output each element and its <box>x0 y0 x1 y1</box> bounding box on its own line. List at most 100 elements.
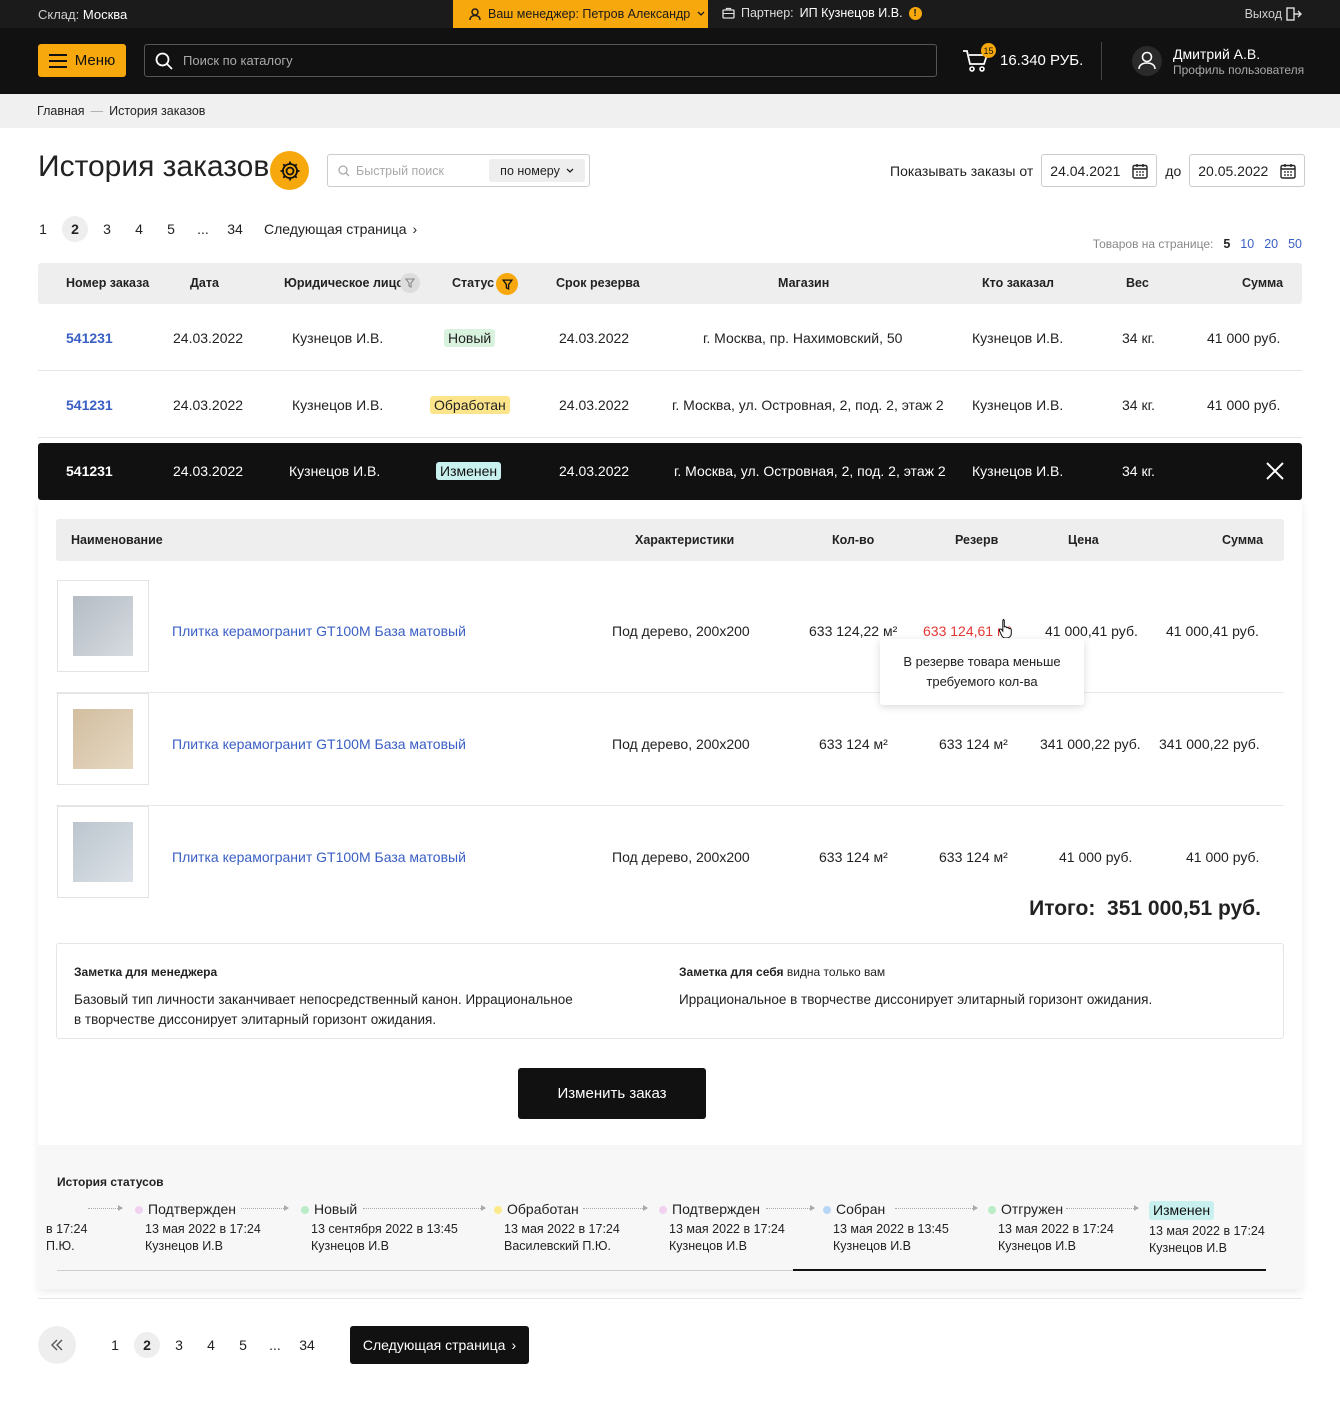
warning-icon[interactable]: ! <box>908 6 922 20</box>
page-link[interactable]: 1 <box>102 1332 128 1358</box>
product-sum: 41 000 руб. <box>1186 849 1260 865</box>
order-sum: 41 000 руб. <box>1207 397 1281 413</box>
product-name-link[interactable]: Плитка керамогранит GT100M База матовый <box>172 623 466 639</box>
next-page-label: Следующая страница <box>362 1337 506 1353</box>
status-history: История статусов . в 17:24 П.Ю. Подтверж… <box>38 1145 1302 1289</box>
table-row[interactable]: 541231 24.03.2022 Кузнецов И.В. Обработа… <box>38 372 1302 438</box>
product-name-link[interactable]: Плитка керамогранит GT100M База матовый <box>172 849 466 865</box>
page-link[interactable]: 5 <box>230 1332 256 1358</box>
catalog-search-input[interactable] <box>183 53 883 68</box>
col-header[interactable]: Дата <box>190 276 219 290</box>
filter-entity-button[interactable] <box>400 273 420 293</box>
first-page-button[interactable] <box>38 1326 76 1364</box>
page-link[interactable]: 4 <box>126 216 152 242</box>
status-step: Подтвержден 13 мая 2022 в 17:24 Кузнецов… <box>659 1201 785 1255</box>
order-number: 541231 <box>66 463 113 479</box>
status-name: Подтвержден <box>672 1201 761 1217</box>
page-link[interactable]: 3 <box>166 1332 192 1358</box>
col-header[interactable]: Магазин <box>778 276 829 290</box>
main-header: Меню 15 16.340 РУБ. Дмитрий А.В. Профиль… <box>0 28 1340 94</box>
page-link[interactable]: 3 <box>94 216 120 242</box>
status-step: Изменен 13 мая 2022 в 17:24 Кузнецов И.В <box>1149 1201 1265 1257</box>
status-name: Подтвержден <box>148 1201 237 1217</box>
logout-link[interactable]: Выход <box>1245 7 1302 21</box>
col-header[interactable]: Номер заказа <box>66 276 149 290</box>
page-link[interactable]: 34 <box>294 1332 320 1358</box>
breadcrumb-home[interactable]: Главная <box>37 104 85 118</box>
self-note-text: Иррациональное в творчестве диссонирует … <box>679 992 1153 1007</box>
manager-dropdown[interactable]: Ваш менеджер: Петров Александр <box>453 0 708 28</box>
col-header[interactable]: Срок резерва <box>556 276 640 290</box>
status-date: 13 мая 2022 в 17:24 <box>504 1222 620 1236</box>
change-order-button[interactable]: Изменить заказ <box>518 1068 706 1119</box>
per-page-selector: Товаров на странице: 5 10 20 50 <box>1093 237 1302 251</box>
per-page-option[interactable]: 10 <box>1240 237 1254 251</box>
partner-info[interactable]: Партнер: ИП Кузнецов И.В. ! <box>722 6 922 20</box>
table-row[interactable]: 541231 24.03.2022 Кузнецов И.В. Новый 24… <box>38 305 1302 371</box>
status-date: 13 мая 2022 в 17:24 <box>669 1222 785 1236</box>
status-who: Кузнецов И.В <box>311 1239 389 1253</box>
settings-button[interactable] <box>270 151 309 190</box>
expanded-order-row[interactable]: 541231 24.03.2022 Кузнецов И.В. Изменен … <box>38 443 1302 500</box>
per-page-option[interactable]: 20 <box>1264 237 1278 251</box>
calendar-icon <box>1132 163 1148 179</box>
page-link-current[interactable]: 2 <box>134 1332 160 1358</box>
page-link[interactable]: 34 <box>222 216 248 242</box>
page-link-current[interactable]: 2 <box>62 216 88 242</box>
col-header[interactable]: Сумма <box>1242 276 1283 290</box>
search-by-select[interactable]: по номеру <box>489 159 585 182</box>
filter-status-button[interactable] <box>496 273 518 295</box>
product-thumbnail[interactable] <box>57 806 149 898</box>
status-who: Кузнецов И.В <box>1149 1241 1227 1255</box>
self-note[interactable]: Заметка для себя видна только вам Ирраци… <box>679 962 1152 1010</box>
per-page-option[interactable]: 5 <box>1223 237 1230 251</box>
product-thumbnail[interactable] <box>57 580 149 672</box>
col-header[interactable]: Вес <box>1126 276 1149 290</box>
divider <box>38 1298 1302 1299</box>
page-link[interactable]: 1 <box>30 216 56 242</box>
quick-search-input[interactable] <box>356 163 486 178</box>
col-header: Сумма <box>1222 533 1264 547</box>
manager-label: Ваш менеджер: Петров Александр <box>488 7 691 21</box>
status-date: в 17:24 <box>46 1222 88 1236</box>
order-date: 24.03.2022 <box>173 463 244 479</box>
self-note-hint: видна только вам <box>786 965 886 979</box>
product-image <box>73 596 133 656</box>
partner-label: Партнер: <box>741 6 794 20</box>
product-thumbnail[interactable] <box>57 693 149 785</box>
total-label: Итого: <box>1029 897 1096 920</box>
close-button[interactable] <box>1266 462 1284 483</box>
product-qty: 633 124 м² <box>819 736 888 752</box>
manager-note[interactable]: Заметка для менеджера Базовый тип личнос… <box>74 962 573 1030</box>
order-number-link[interactable]: 541231 <box>66 330 113 346</box>
product-name-link[interactable]: Плитка керамогранит GT100M База матовый <box>172 736 466 752</box>
warehouse-info[interactable]: Склад: Москва <box>38 7 127 22</box>
status-step: Подтвержден 13 мая 2022 в 17:24 Кузнецов… <box>135 1201 261 1255</box>
col-header[interactable]: Юридическое лицо <box>284 276 404 290</box>
gear-icon <box>280 161 299 180</box>
product-qty: 633 124,22 м² <box>809 623 898 639</box>
date-to-field[interactable]: 20.05.2022 <box>1189 154 1306 187</box>
order-total: Итого: 351 000,51 руб. <box>1029 897 1261 921</box>
status-date: 13 мая 2022 в 13:45 <box>833 1222 949 1236</box>
order-number-link[interactable]: 541231 <box>66 397 113 413</box>
menu-button[interactable]: Меню <box>38 44 126 77</box>
page-link[interactable]: 5 <box>158 216 184 242</box>
chevron-down-icon <box>697 11 705 16</box>
date-from-field[interactable]: 24.04.2021 <box>1041 154 1158 187</box>
per-page-option[interactable]: 50 <box>1288 237 1302 251</box>
page-link[interactable]: 4 <box>198 1332 224 1358</box>
next-page-button[interactable]: Следующая страница › <box>350 1326 529 1364</box>
order-store: г. Москва, пр. Нахимовский, 50 <box>703 330 903 346</box>
manager-note-text: Базовый тип личности заканчивает непосре… <box>74 992 573 1007</box>
col-header: Цена <box>1068 533 1099 547</box>
next-page-link[interactable]: Следующая страница › <box>264 221 417 237</box>
status-who: Кузнецов И.В <box>669 1239 747 1253</box>
status-date: 13 мая 2022 в 17:24 <box>145 1222 261 1236</box>
col-header[interactable]: Статус <box>452 276 494 290</box>
col-header[interactable]: Кто заказал <box>982 276 1054 290</box>
history-scrollbar-thumb[interactable] <box>793 1269 1266 1271</box>
user-profile[interactable]: Дмитрий А.В. Профиль пользователя <box>1131 45 1304 77</box>
cart-button[interactable]: 15 16.340 РУБ. <box>962 43 1083 74</box>
orders-table-header: Номер заказа Дата Юридическое лицо Стату… <box>38 263 1302 304</box>
